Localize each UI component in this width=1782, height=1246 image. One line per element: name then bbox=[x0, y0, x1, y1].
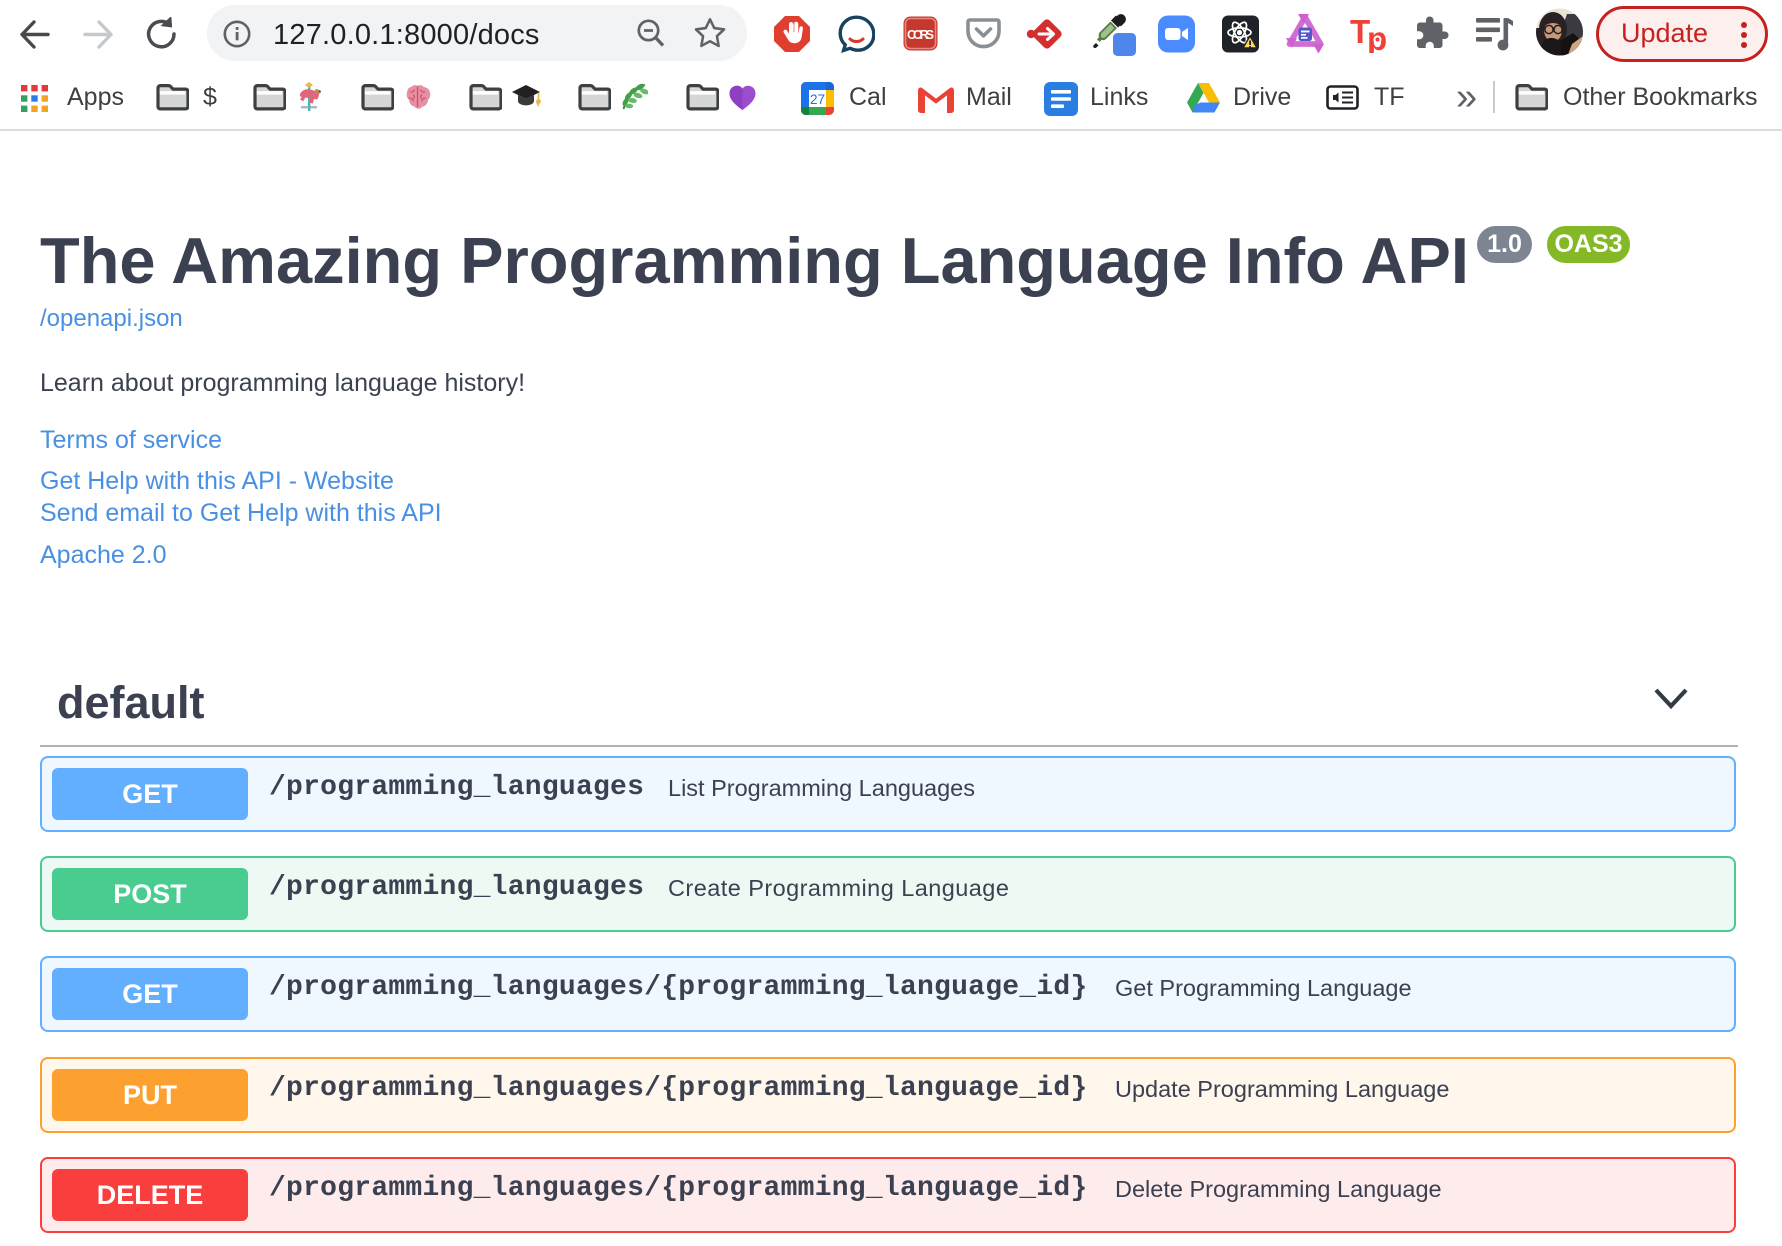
svg-text:27: 27 bbox=[810, 92, 825, 107]
svg-text:CORS: CORS bbox=[907, 28, 934, 42]
